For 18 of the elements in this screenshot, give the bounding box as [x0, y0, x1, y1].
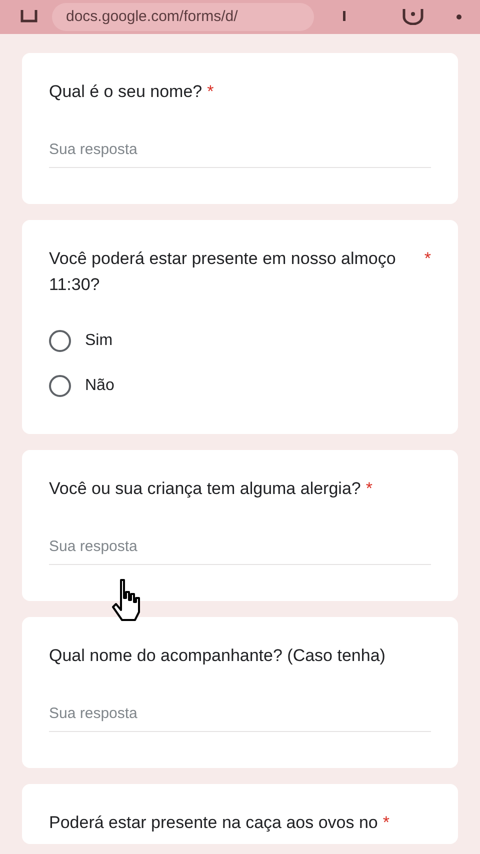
- menu-icon[interactable]: [456, 14, 462, 20]
- required-asterisk: *: [382, 812, 390, 834]
- radio-button[interactable]: [49, 375, 71, 397]
- radio-button[interactable]: [49, 330, 71, 352]
- answer-field[interactable]: Sua resposta: [49, 532, 431, 565]
- required-asterisk: *: [366, 478, 372, 500]
- answer-field[interactable]: Sua resposta: [49, 134, 431, 168]
- question-title: Poderá estar presente na caça aos ovos no: [49, 812, 378, 834]
- question-title: Qual é o seu nome?: [49, 81, 202, 103]
- required-asterisk: *: [207, 81, 214, 103]
- question-title: Você ou sua criança tem alguma alergia?: [49, 478, 361, 500]
- option-label[interactable]: Sim: [85, 329, 113, 353]
- url-field[interactable]: docs.google.com/forms/d/: [52, 2, 314, 32]
- option-label[interactable]: Não: [85, 374, 114, 398]
- question-title: Qual nome do acompanhante? (Caso tenha): [49, 645, 386, 667]
- required-asterisk: *: [424, 248, 431, 270]
- question-title: Você poderá estar presente em nosso almoço 11:30?: [49, 248, 397, 296]
- answer-field[interactable]: Sua resposta: [49, 698, 431, 732]
